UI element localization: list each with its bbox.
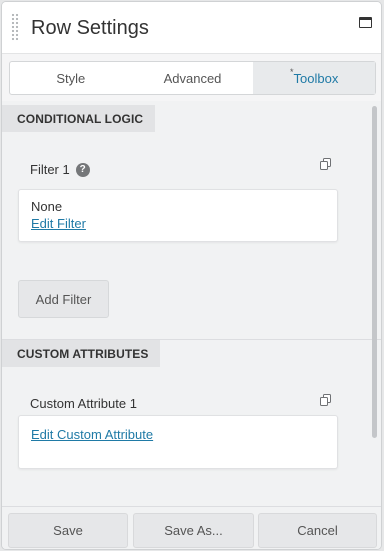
custom-attributes-heading: CUSTOM ATTRIBUTES <box>2 340 161 367</box>
panel-content[interactable]: CONDITIONAL LOGIC Filter 1 ? None Edit F… <box>2 101 381 509</box>
maximize-icon[interactable] <box>359 17 372 28</box>
tab-advanced[interactable]: Advanced <box>132 62 254 94</box>
filter-1-label: Filter 1 <box>30 162 70 177</box>
add-filter-button[interactable]: Add Filter <box>18 280 109 318</box>
tab-style-label: Style <box>56 70 86 86</box>
conditional-logic-heading: CONDITIONAL LOGIC <box>2 105 156 132</box>
settings-panel: Row Settings Style Advanced * Toolbox CO… <box>1 1 382 550</box>
copy-filter-icon[interactable] <box>320 158 331 170</box>
save-button[interactable]: Save <box>8 513 128 548</box>
tab-toolbox-marker: * <box>290 67 294 77</box>
custom-attribute-card: Edit Custom Attribute <box>18 415 338 469</box>
help-icon[interactable]: ? <box>75 162 90 177</box>
filter-value: None <box>31 199 63 214</box>
panel-header: Row Settings <box>2 2 381 54</box>
scrollbar[interactable] <box>372 106 377 438</box>
edit-custom-attribute-link[interactable]: Edit Custom Attribute <box>31 427 153 442</box>
tab-advanced-label: Advanced <box>163 70 222 86</box>
filter-1-field: Filter 1 ? <box>30 162 90 177</box>
panel-title: Row Settings <box>31 17 149 39</box>
panel-footer: Save Save As... Cancel <box>2 506 381 549</box>
tab-toolbox[interactable]: * Toolbox <box>253 62 376 94</box>
filter-card: None Edit Filter <box>18 189 338 242</box>
save-as-button[interactable]: Save As... <box>133 513 254 548</box>
cancel-button[interactable]: Cancel <box>258 513 377 548</box>
tab-style[interactable]: Style <box>10 62 132 94</box>
edit-filter-link[interactable]: Edit Filter <box>31 216 86 231</box>
drag-handle-icon[interactable] <box>11 13 19 41</box>
copy-attribute-icon[interactable] <box>320 394 331 406</box>
tab-bar: Style Advanced * Toolbox <box>9 61 376 95</box>
tab-toolbox-label: Toolbox <box>293 70 339 86</box>
custom-attribute-1-label: Custom Attribute 1 <box>30 396 137 411</box>
